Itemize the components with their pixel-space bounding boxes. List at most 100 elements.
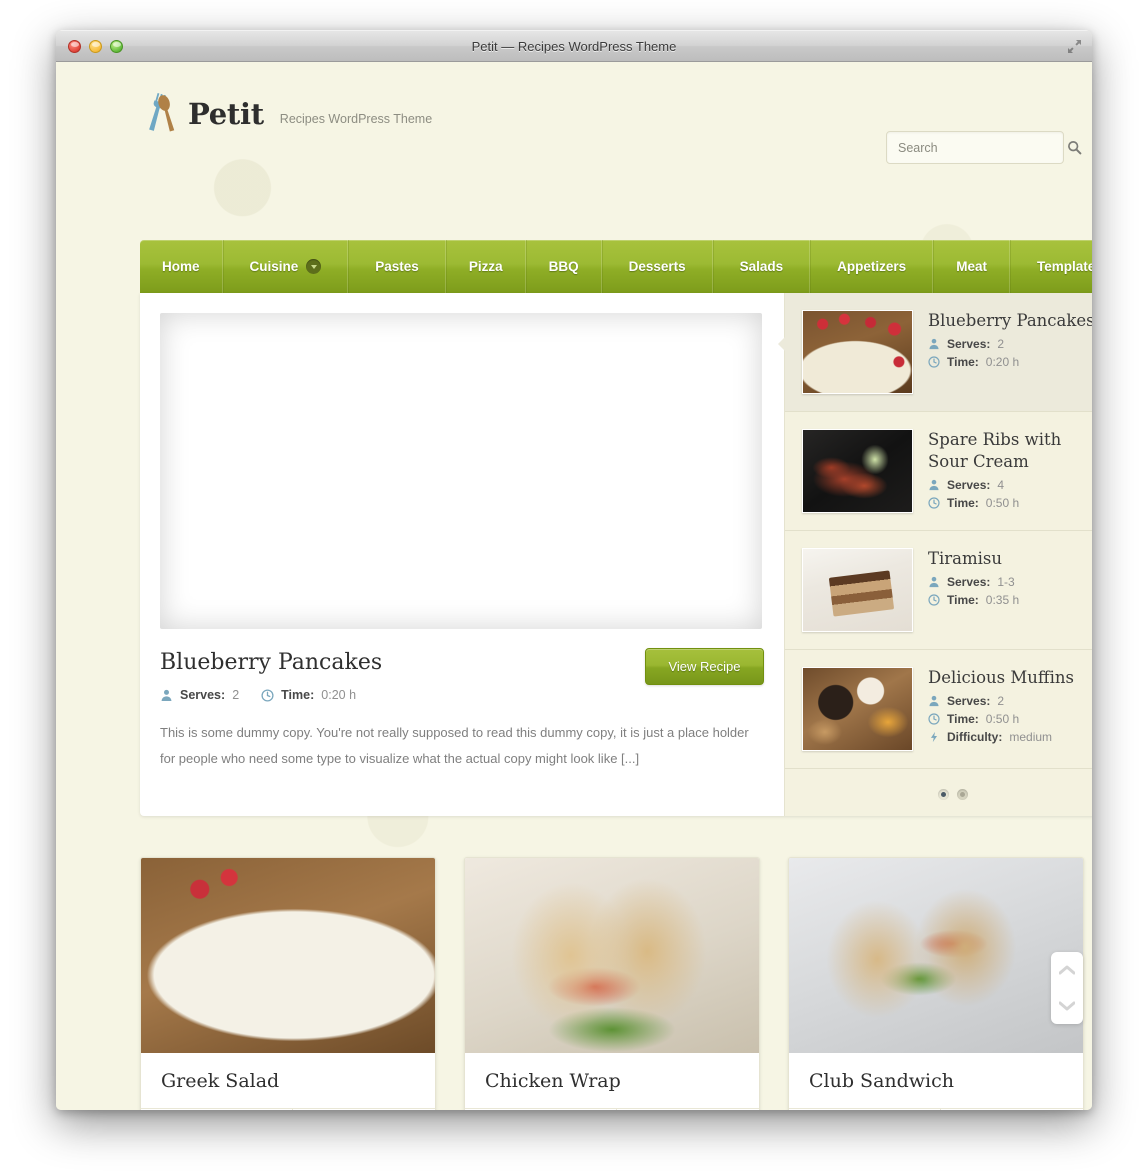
recipe-card-club-sandwich[interactable]: Club Sandwich ★ ★ ★ ★ ☆ View Recipe	[788, 857, 1084, 1110]
nav-item-desserts[interactable]: Desserts	[601, 240, 713, 293]
nav-label: Pastes	[375, 259, 419, 274]
chevron-down-icon[interactable]	[1059, 1001, 1075, 1011]
recipe-cards-row: Greek Salad ★ ★ ★ ★ ☆ View Recipe	[140, 857, 1092, 1110]
minimize-button[interactable]	[89, 40, 102, 53]
recipe-list-item-blueberry-pancakes[interactable]: Blueberry Pancakes Serves: 2 Time: 0:20 …	[778, 293, 1092, 412]
nav-item-cuisine[interactable]: Cuisine	[222, 240, 349, 293]
recipe-title: Delicious Muffins	[928, 668, 1074, 687]
close-button[interactable]	[68, 40, 81, 53]
window-titlebar: Petit — Recipes WordPress Theme	[56, 30, 1092, 62]
clock-icon	[928, 594, 940, 606]
view-recipe-button[interactable]: View Recipe	[645, 648, 764, 685]
recipe-list-item-delicious-muffins[interactable]: Delicious Muffins Serves: 2 Time: 0:50 h	[785, 650, 1092, 769]
serves-value: 2	[997, 337, 1005, 351]
scroll-navigation	[1051, 952, 1083, 1024]
nav-label: Cuisine	[249, 259, 299, 274]
brand-name: Petit	[188, 97, 264, 131]
difficulty-label: Difficulty:	[947, 730, 1003, 744]
rating-stars[interactable]: ★ ★ ★ ★ ☆	[789, 1109, 941, 1110]
nav-item-pastes[interactable]: Pastes	[348, 240, 446, 293]
recipe-list-item-tiramisu[interactable]: Tiramisu Serves: 1-3 Time: 0:35 h	[785, 531, 1092, 650]
time-label: Time:	[947, 593, 979, 607]
recipe-card-title: Club Sandwich	[789, 1053, 1083, 1109]
recipe-card-footer: ★ ★ ★ ★ ☆ View Recipe	[141, 1109, 435, 1110]
nav-item-appetizers[interactable]: Appetizers	[810, 240, 934, 293]
time-label: Time:	[947, 496, 979, 510]
search-icon[interactable]	[1067, 140, 1082, 155]
nav-item-bbq[interactable]: BBQ	[525, 240, 602, 293]
serves-value: 2	[997, 694, 1005, 708]
slider-pagination	[785, 769, 1092, 820]
time-value: 0:50 h	[985, 712, 1020, 726]
recipe-thumbnail	[802, 310, 913, 394]
featured-recipe-excerpt: This is some dummy copy. You're not real…	[160, 725, 749, 766]
nav-label: Desserts	[628, 259, 686, 274]
recipe-title: Blueberry Pancakes	[928, 311, 1092, 330]
recipe-list-item-spare-ribs[interactable]: Spare Ribs with Sour Cream Serves: 4 Tim…	[785, 412, 1092, 531]
serves-value: 1-3	[997, 575, 1015, 589]
nav-item-templates[interactable]: Templates	[1009, 240, 1092, 293]
nav-label: Meat	[956, 259, 987, 274]
serves-value: 4	[997, 478, 1005, 492]
serves-label: Serves:	[947, 478, 991, 492]
time-value: 0:35 h	[985, 593, 1020, 607]
chevron-up-icon[interactable]	[1059, 965, 1075, 975]
slider-dot-1[interactable]	[937, 789, 949, 800]
recipe-card-image[interactable]	[465, 858, 759, 1053]
rating-stars[interactable]: ★ ★ ★ ★ ☆	[465, 1109, 617, 1110]
time-label: Time:	[947, 355, 979, 369]
featured-recipe-image[interactable]	[160, 313, 762, 629]
rating-stars[interactable]: ★ ★ ★ ★ ☆	[141, 1109, 293, 1110]
time-value: 0:20 h	[321, 688, 357, 702]
recipe-card-footer: ★ ★ ★ ★ ☆ View Recipe	[789, 1109, 1083, 1110]
person-icon	[928, 338, 940, 350]
recipe-card-title: Chicken Wrap	[465, 1053, 759, 1109]
recipe-card-title: Greek Salad	[141, 1053, 435, 1109]
recipe-title: Tiramisu	[928, 549, 1003, 568]
time-value: 0:20 h	[985, 355, 1020, 369]
browser-window: Petit — Recipes WordPress Theme Petit Re…	[56, 30, 1092, 1110]
maximize-button[interactable]	[110, 40, 123, 53]
slider-dot-2[interactable]	[956, 789, 968, 800]
featured-recipe-main: Blueberry Pancakes Serves: 2 Time: 0:20 …	[140, 293, 784, 816]
search-box[interactable]	[886, 131, 1082, 164]
search-input[interactable]	[887, 140, 1067, 155]
recipe-thumbnail	[802, 548, 913, 632]
nav-item-salads[interactable]: Salads	[712, 240, 811, 293]
recipe-card-greek-salad[interactable]: Greek Salad ★ ★ ★ ★ ☆ View Recipe	[140, 857, 436, 1110]
time-value: 0:50 h	[985, 496, 1020, 510]
nav-item-meat[interactable]: Meat	[933, 240, 1010, 293]
serves-meta: Serves: 2	[160, 688, 239, 702]
recipe-thumbnail	[802, 667, 913, 751]
recipe-card-chicken-wrap[interactable]: Chicken Wrap ★ ★ ★ ★ ☆ View Recipe	[464, 857, 760, 1110]
recipe-thumbnail	[802, 429, 913, 513]
recipe-card-image[interactable]	[789, 858, 1083, 1053]
nav-label: BBQ	[548, 259, 579, 274]
time-meta: Time: 0:35 h	[928, 593, 1092, 607]
fork-and-spoon-icon	[145, 92, 179, 136]
serves-meta: Serves: 2	[928, 337, 1092, 351]
time-meta: Time: 0:20 h	[261, 688, 356, 702]
person-icon	[928, 576, 940, 588]
featured-recipe-meta: Serves: 2 Time: 0:20 h	[160, 688, 764, 702]
serves-meta: Serves: 2	[928, 694, 1092, 708]
site-tagline: Recipes WordPress Theme	[279, 112, 433, 126]
site-logo[interactable]: Petit Recipes WordPress Theme	[145, 92, 432, 136]
clock-icon	[928, 497, 940, 509]
fullscreen-icon[interactable]	[1066, 38, 1083, 55]
serves-label: Serves:	[180, 688, 226, 702]
nav-item-pizza[interactable]: Pizza	[445, 240, 526, 293]
page-content: Petit Recipes WordPress Theme Home Cuisi…	[56, 62, 1092, 1110]
window-title: Petit — Recipes WordPress Theme	[471, 39, 677, 54]
recipe-card-footer: ★ ★ ★ ★ ☆ View Recipe	[465, 1109, 759, 1110]
serves-value: 2	[232, 688, 240, 702]
site-header: Petit Recipes WordPress Theme	[56, 62, 1092, 179]
recipe-card-image[interactable]	[141, 858, 435, 1053]
nav-item-home[interactable]: Home	[140, 240, 223, 293]
window-controls	[68, 40, 123, 53]
person-icon	[928, 695, 940, 707]
featured-recipe-panel: Blueberry Pancakes Serves: 2 Time: 0:20 …	[140, 293, 1092, 816]
nav-label: Templates	[1036, 259, 1092, 274]
nav-label: Salads	[739, 259, 784, 274]
difficulty-meta: Difficulty: medium	[928, 730, 1092, 744]
